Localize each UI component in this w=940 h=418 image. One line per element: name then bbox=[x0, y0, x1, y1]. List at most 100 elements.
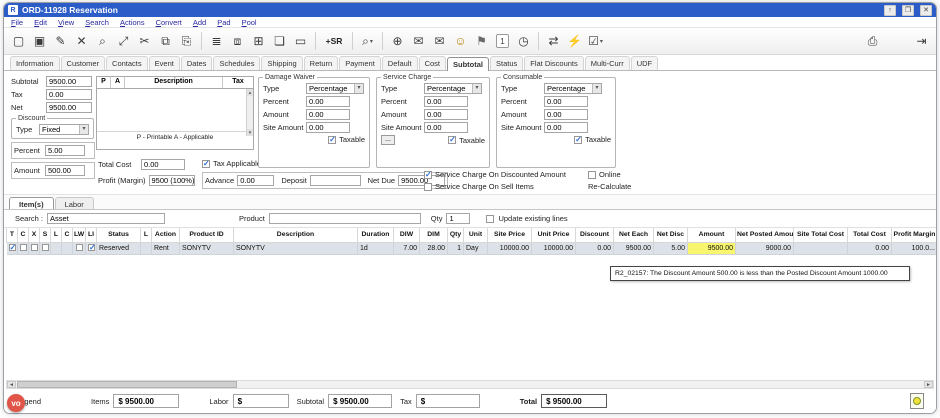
grid-cell-17[interactable]: Day bbox=[464, 242, 488, 254]
globe-icon[interactable]: ⊕ bbox=[388, 31, 407, 52]
grid-cell-5[interactable] bbox=[62, 242, 73, 254]
close-button[interactable]: ✕ bbox=[920, 5, 932, 16]
tab-information[interactable]: Information bbox=[10, 56, 60, 70]
row-checkbox-checked[interactable] bbox=[88, 244, 95, 251]
chevron-down-icon[interactable]: ▾ bbox=[472, 84, 481, 93]
grid-cell-14[interactable]: 7.00 bbox=[394, 242, 420, 254]
scroll-right-icon[interactable]: ► bbox=[924, 381, 933, 388]
cut-icon[interactable]: ✂ bbox=[135, 31, 154, 52]
deposit-field[interactable] bbox=[310, 175, 361, 186]
printer-icon[interactable]: ⎙ bbox=[863, 31, 882, 52]
dw-percent-field[interactable]: 0.00 bbox=[306, 96, 350, 107]
mail-in-icon[interactable]: ✉ bbox=[430, 31, 449, 52]
clock-icon[interactable]: ◷ bbox=[514, 31, 533, 52]
grid-header-net-posted-amou-24[interactable]: Net Posted Amou... bbox=[736, 228, 794, 242]
tab-status[interactable]: Status bbox=[490, 56, 523, 70]
tasks-icon[interactable]: ☑▾ bbox=[586, 31, 605, 52]
scrollbar-thumb[interactable] bbox=[17, 381, 237, 388]
comment-icon[interactable]: ❏ bbox=[270, 31, 289, 52]
search-icon[interactable]: ⌕ bbox=[93, 31, 112, 52]
search-menu-icon[interactable]: ⌕▾ bbox=[358, 31, 377, 52]
tab-shipping[interactable]: Shipping bbox=[261, 56, 302, 70]
grid-cell-23[interactable]: 9500.00 bbox=[688, 242, 736, 254]
scroll-up-icon[interactable]: ▲ bbox=[247, 89, 253, 96]
grid-cell-25[interactable] bbox=[794, 242, 848, 254]
tab-default[interactable]: Default bbox=[382, 56, 418, 70]
grid-header-x-2[interactable]: X bbox=[29, 228, 40, 242]
tab-flat-discounts[interactable]: Flat Discounts bbox=[524, 56, 584, 70]
advance-field[interactable]: 0.00 bbox=[237, 175, 274, 186]
row-checkbox[interactable] bbox=[31, 244, 38, 251]
add-sr-button[interactable]: +SR bbox=[321, 31, 347, 52]
lightbulb-icon[interactable] bbox=[910, 393, 924, 409]
tab-dates[interactable]: Dates bbox=[181, 56, 213, 70]
grid-header-status-8[interactable]: Status bbox=[97, 228, 141, 242]
tab-cost[interactable]: Cost bbox=[419, 56, 446, 70]
grid-cell-27[interactable]: 100.0... bbox=[892, 242, 937, 254]
menu-add[interactable]: Add bbox=[193, 18, 206, 27]
grid-header-unit-price-19[interactable]: Unit Price bbox=[532, 228, 576, 242]
grid-header-description-12[interactable]: Description bbox=[234, 228, 358, 242]
grid-cell-3[interactable] bbox=[40, 242, 51, 254]
tax-applicable-checkbox[interactable] bbox=[202, 160, 210, 168]
sc-sell-items-checkbox[interactable] bbox=[424, 183, 432, 191]
calendar-icon[interactable]: 1 bbox=[496, 34, 509, 48]
grid-cell-4[interactable] bbox=[51, 242, 62, 254]
grid-header-profit-margin-27[interactable]: Profit Margin bbox=[892, 228, 937, 242]
grid-cell-12[interactable]: SONYTV bbox=[234, 242, 358, 254]
edit-icon[interactable]: ✎ bbox=[51, 31, 70, 52]
grid-cell-18[interactable]: 10000.00 bbox=[488, 242, 532, 254]
paste-icon[interactable]: ⎘ bbox=[177, 31, 196, 52]
grid-cell-9[interactable] bbox=[141, 242, 152, 254]
sc-discounted-checkbox[interactable] bbox=[424, 171, 432, 179]
rollup-button[interactable]: ↑ bbox=[884, 5, 896, 16]
grid-header-lw-6[interactable]: LW bbox=[73, 228, 86, 242]
cons-taxable-checkbox[interactable] bbox=[574, 136, 582, 144]
grid-cell-19[interactable]: 10000.00 bbox=[532, 242, 576, 254]
total-cost-field[interactable]: 0.00 bbox=[141, 159, 185, 170]
grid-header-l-4[interactable]: L bbox=[51, 228, 62, 242]
grid-header-net-each-21[interactable]: Net Each bbox=[614, 228, 654, 242]
grid-cell-0[interactable] bbox=[7, 242, 18, 254]
grid-cell-6[interactable] bbox=[73, 242, 86, 254]
discount-amount-field[interactable]: 500.00 bbox=[45, 165, 85, 176]
grid-cell-16[interactable]: 1 bbox=[448, 242, 464, 254]
grid-header-net-disc-22[interactable]: Net Disc bbox=[654, 228, 688, 242]
scroll-left-icon[interactable]: ◄ bbox=[7, 381, 16, 388]
flag-icon[interactable]: ⚑ bbox=[472, 31, 491, 52]
tax-table-body[interactable] bbox=[97, 89, 253, 131]
menu-view[interactable]: View bbox=[58, 18, 74, 27]
grid-cell-13[interactable]: 1d bbox=[358, 242, 394, 254]
row-checkbox[interactable] bbox=[76, 244, 83, 251]
new-document-icon[interactable]: ▢ bbox=[9, 31, 28, 52]
tax-col-tax[interactable]: Tax bbox=[223, 77, 253, 88]
save-icon[interactable]: ▣ bbox=[30, 31, 49, 52]
dw-amount-field[interactable]: 0.00 bbox=[306, 109, 350, 120]
grid-header-c-1[interactable]: C bbox=[18, 228, 29, 242]
grid-header-total-cost-26[interactable]: Total Cost bbox=[848, 228, 892, 242]
tab-return[interactable]: Return bbox=[304, 56, 339, 70]
tab-multi-curr[interactable]: Multi-Curr bbox=[585, 56, 630, 70]
tax-col-description[interactable]: Description bbox=[125, 77, 223, 88]
horizontal-scrollbar[interactable]: ◄ ► bbox=[6, 380, 934, 389]
sc-percent-field[interactable]: 0.00 bbox=[424, 96, 468, 107]
sc-type-select[interactable]: Percentage ▾ bbox=[424, 83, 482, 94]
menu-actions[interactable]: Actions bbox=[120, 18, 145, 27]
sc-site-field[interactable]: 0.00 bbox=[424, 122, 468, 133]
item-tab-labor[interactable]: Labor bbox=[55, 197, 94, 209]
grid-cell-7[interactable] bbox=[86, 242, 97, 254]
search-asset-input[interactable]: Asset bbox=[47, 213, 165, 224]
cons-type-select[interactable]: Percentage ▾ bbox=[544, 83, 602, 94]
grid-header-li-7[interactable]: LI bbox=[86, 228, 97, 242]
exit-icon[interactable]: ⇥ bbox=[912, 31, 931, 52]
tax-table-scrollbar[interactable]: ▲ ▼ bbox=[246, 89, 253, 136]
delete-icon[interactable]: ✕ bbox=[72, 31, 91, 52]
menu-pad[interactable]: Pad bbox=[217, 18, 230, 27]
grid-header-action-10[interactable]: Action bbox=[152, 228, 180, 242]
grid-header-site-total-cost-25[interactable]: Site Total Cost bbox=[794, 228, 848, 242]
tax-field[interactable]: 0.00 bbox=[46, 89, 92, 100]
menu-convert[interactable]: Convert bbox=[156, 18, 182, 27]
grid-data-row[interactable]: ReservedRentSONYTVSONYTV1d7.0028.001Day1… bbox=[7, 242, 937, 254]
grid-header-discount-20[interactable]: Discount bbox=[576, 228, 614, 242]
layers-icon[interactable]: ⧈ bbox=[228, 31, 247, 52]
